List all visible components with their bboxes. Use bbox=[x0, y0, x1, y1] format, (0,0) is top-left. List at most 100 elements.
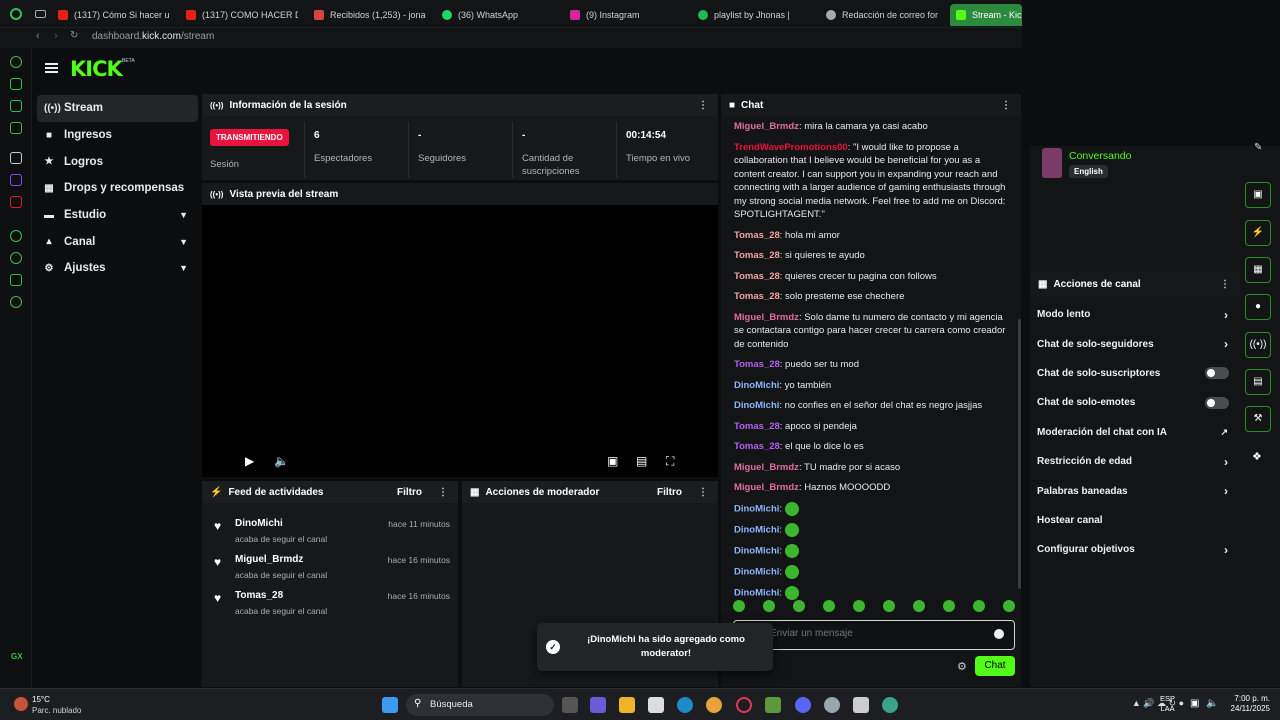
action-age-restriction[interactable]: Restricción de edad › bbox=[1030, 447, 1240, 476]
subscribers-only-toggle[interactable] bbox=[1205, 367, 1229, 380]
browser-tab[interactable]: (36) WhatsApp bbox=[442, 4, 554, 26]
chat-username[interactable]: Tomas_28 bbox=[734, 271, 780, 282]
opera-gx-icon[interactable] bbox=[736, 697, 752, 713]
aria-icon[interactable] bbox=[10, 56, 22, 68]
file-explorer-icon[interactable] bbox=[619, 697, 635, 713]
gaming-icon[interactable] bbox=[10, 100, 22, 112]
chat-send-button[interactable]: Chat bbox=[975, 656, 1015, 676]
chat-username[interactable]: Miguel_Brmdz bbox=[734, 462, 799, 473]
action-banned-words[interactable]: Palabras baneadas › bbox=[1030, 476, 1240, 505]
reload-icon[interactable]: ↻ bbox=[70, 30, 78, 41]
chat-username[interactable]: Tomas_28 bbox=[734, 230, 780, 241]
chat-input-box[interactable] bbox=[733, 620, 1015, 650]
pencil-icon[interactable]: ✎ bbox=[1254, 142, 1262, 153]
emote-icon[interactable] bbox=[853, 600, 865, 612]
feed-username[interactable]: Miguel_Brmdz bbox=[235, 554, 303, 565]
browser-tab[interactable]: (1317) Cómo Si hacer una bbox=[58, 4, 170, 26]
nav-item-logros[interactable]: ★ Logros bbox=[32, 148, 198, 175]
chrome-icon[interactable] bbox=[706, 697, 722, 713]
chat-username[interactable]: Tomas_28 bbox=[734, 250, 780, 261]
chat-bubble-icon[interactable]: ● bbox=[1245, 294, 1271, 320]
feed-username[interactable]: DinoMichi bbox=[235, 518, 283, 529]
layers-icon[interactable]: ▤ bbox=[1245, 369, 1271, 395]
forward-icon[interactable]: › bbox=[54, 30, 58, 42]
emote-icon[interactable] bbox=[973, 600, 985, 612]
discord-icon[interactable] bbox=[795, 697, 811, 713]
bolt-icon[interactable]: ⚡ bbox=[1245, 220, 1271, 246]
kick-sidebar-icon[interactable] bbox=[10, 152, 22, 164]
music-icon[interactable] bbox=[10, 122, 22, 134]
chat-username[interactable]: Tomas_28 bbox=[734, 291, 780, 302]
menu-icon[interactable] bbox=[45, 63, 58, 73]
browser-tab[interactable]: (9) Instagram bbox=[570, 4, 682, 26]
action-configure-goals[interactable]: Configurar objetivos › bbox=[1030, 535, 1240, 564]
chat-username[interactable]: DinoMichi bbox=[734, 524, 779, 535]
broadcast-icon[interactable]: ((•)) bbox=[1245, 332, 1271, 358]
downloads-icon[interactable] bbox=[10, 274, 22, 286]
emote-icon[interactable] bbox=[763, 600, 775, 612]
chat-username[interactable]: Tomas_28 bbox=[734, 441, 780, 452]
feed-username[interactable]: Tomas_28 bbox=[235, 590, 283, 601]
windows-start-icon[interactable] bbox=[382, 697, 398, 713]
minecraft-icon[interactable] bbox=[765, 697, 781, 713]
nav-item-ajustes[interactable]: ⚙ Ajustes ▼ bbox=[32, 255, 198, 282]
chat-username[interactable]: Tomas_28 bbox=[734, 421, 780, 432]
nav-item-canal[interactable]: ▴ Canal ▼ bbox=[32, 228, 198, 255]
chat-username[interactable]: DinoMichi bbox=[734, 587, 779, 598]
theater-mode-icon[interactable]: ▤ bbox=[636, 454, 647, 468]
chat-username[interactable]: DinoMichi bbox=[734, 503, 779, 514]
chat-username[interactable]: Miguel_Brmdz bbox=[734, 121, 799, 132]
fullscreen-icon[interactable]: ⛶ bbox=[666, 454, 674, 469]
emote-icon[interactable] bbox=[733, 600, 745, 612]
more-options-icon[interactable]: ⋮ bbox=[698, 100, 708, 111]
browser-tab[interactable]: Redacción de correo forn bbox=[826, 4, 938, 26]
browser-tab[interactable]: Recibidos (1,253) - jonath bbox=[314, 4, 426, 26]
messenger-icon[interactable] bbox=[10, 230, 22, 242]
emote-icon[interactable] bbox=[823, 600, 835, 612]
store-icon[interactable] bbox=[648, 697, 664, 713]
chat-message-list[interactable]: Miguel_Brmdz: mira la camara ya casi aca… bbox=[734, 120, 1012, 607]
browser-tab[interactable]: playlist by Jhonas | bbox=[698, 4, 810, 26]
stream-category[interactable]: Conversando bbox=[1069, 150, 1131, 162]
more-options-icon[interactable]: ⋮ bbox=[1220, 279, 1230, 290]
emote-icon[interactable] bbox=[793, 600, 805, 612]
network-icon[interactable]: ▣ bbox=[1190, 698, 1199, 709]
action-ai-moderation[interactable]: Moderación del chat con IA ↗ bbox=[1030, 418, 1240, 447]
category-thumbnail[interactable] bbox=[1042, 148, 1062, 178]
nav-item-drops[interactable]: ▦ Drops y recompensas bbox=[32, 175, 198, 202]
kick-logo[interactable]: KICK bbox=[70, 57, 123, 81]
tab-overview-icon[interactable] bbox=[35, 10, 46, 18]
chat-scrollbar[interactable] bbox=[1018, 319, 1021, 589]
chat-username[interactable]: Miguel_Brmdz bbox=[734, 482, 799, 493]
more-options-icon[interactable]: ⋮ bbox=[698, 487, 708, 498]
filter-button[interactable]: Filtro bbox=[657, 487, 682, 498]
chat-username[interactable]: Tomas_28 bbox=[734, 359, 780, 370]
chat-username[interactable]: Miguel_Brmdz bbox=[734, 312, 799, 323]
action-host-channel[interactable]: Hostear canal bbox=[1030, 506, 1240, 535]
emote-icon[interactable] bbox=[1003, 600, 1015, 612]
history-icon[interactable] bbox=[10, 252, 22, 264]
browser-tab-active[interactable]: Stream - Kick bbox=[950, 4, 1022, 26]
filter-button[interactable]: Filtro bbox=[397, 487, 422, 498]
system-clock[interactable]: 7:00 p. m. 24/11/2025 bbox=[1226, 694, 1270, 714]
maps-icon[interactable] bbox=[10, 78, 22, 90]
opera-logo-icon[interactable] bbox=[10, 8, 22, 20]
clipboard-icon[interactable]: ▦ bbox=[1245, 257, 1271, 283]
taskbar-search[interactable]: ⚲ Búsqueda bbox=[406, 694, 554, 716]
app-icon[interactable] bbox=[853, 697, 869, 713]
settings-icon[interactable] bbox=[10, 296, 22, 308]
task-view-icon[interactable] bbox=[562, 697, 578, 713]
emoji-picker-icon[interactable] bbox=[994, 629, 1004, 639]
chat-settings-icon[interactable]: ⚙ bbox=[957, 660, 967, 673]
chatgpt-app-icon[interactable] bbox=[882, 697, 898, 713]
nav-item-stream[interactable]: ((•)) Stream bbox=[37, 95, 198, 122]
chat-username[interactable]: DinoMichi bbox=[734, 400, 779, 411]
chat-username[interactable]: DinoMichi bbox=[734, 545, 779, 556]
screenshot-icon[interactable]: ▣ bbox=[1245, 182, 1271, 208]
chat-username[interactable]: DinoMichi bbox=[734, 566, 779, 577]
emote-icon[interactable] bbox=[943, 600, 955, 612]
volume-icon[interactable]: 🔈 bbox=[1206, 698, 1218, 709]
steam-icon[interactable] bbox=[824, 697, 840, 713]
nav-item-estudio[interactable]: ▬ Estudio ▼ bbox=[32, 202, 198, 229]
more-options-icon[interactable]: ⋮ bbox=[438, 487, 448, 498]
